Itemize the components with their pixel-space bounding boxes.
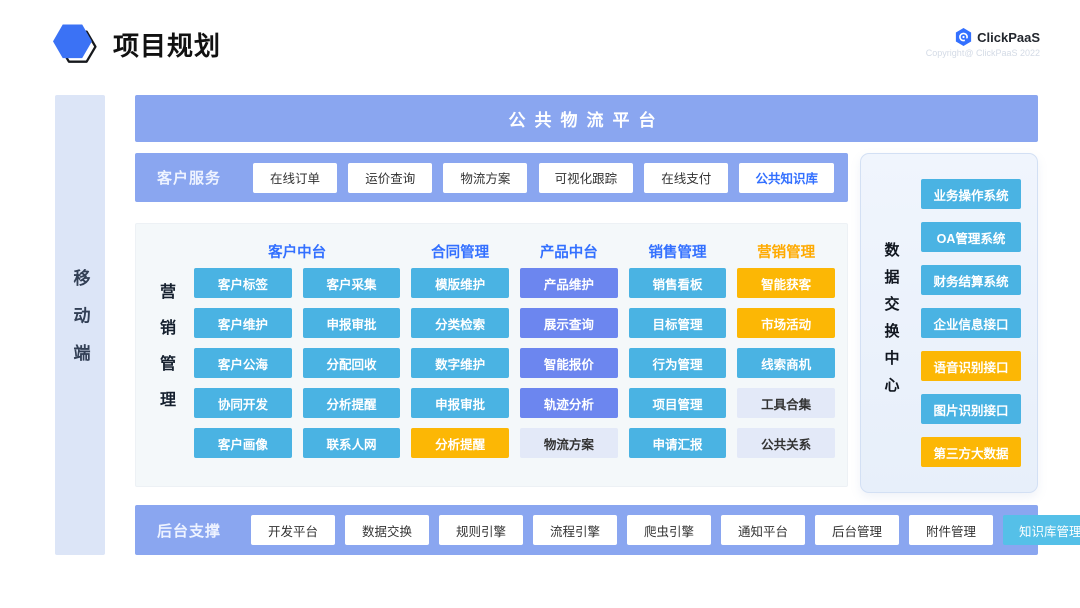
matrix-cell-button[interactable]: 分析提醒 <box>411 428 509 458</box>
matrix-cell-button[interactable]: 模版维护 <box>411 268 509 298</box>
matrix-cell-button[interactable]: 展示查询 <box>520 308 618 338</box>
matrix-column-header: 销售管理 <box>629 241 727 262</box>
data-exchange-label-wrap: 数据交换中心 <box>861 154 921 492</box>
backend-support-label: 后台支撑 <box>157 520 221 541</box>
page-title: 项目规划 <box>113 26 221 63</box>
matrix-column-header: 营销管理 <box>737 241 835 262</box>
data-exchange-button[interactable]: 业务操作系统 <box>921 179 1021 209</box>
support-button[interactable]: 后台管理 <box>815 515 899 545</box>
matrix-cell-button[interactable]: 产品维护 <box>520 268 618 298</box>
matrix-cell-button[interactable]: 智能报价 <box>520 348 618 378</box>
matrix-cell-button[interactable]: 客户画像 <box>194 428 292 458</box>
matrix-cell-button[interactable]: 客户维护 <box>194 308 292 338</box>
data-exchange-items: 业务操作系统 OA管理系统财务结算系统企业信息接口语音识别接口图片识别接口第三方大… <box>921 154 1037 492</box>
matrix-cell-button[interactable]: 物流方案 <box>520 428 618 458</box>
backend-support-buttons: 开发平台数据交换规则引擎流程引擎爬虫引擎通知平台后台管理附件管理知识库管理 <box>251 515 1080 545</box>
matrix-cell-button[interactable]: 项目管理 <box>629 388 727 418</box>
support-button[interactable]: 通知平台 <box>721 515 805 545</box>
support-button[interactable]: 爬虫引擎 <box>627 515 711 545</box>
customer-service-button[interactable]: 运价查询 <box>348 163 432 193</box>
support-button[interactable]: 附件管理 <box>909 515 993 545</box>
customer-service-button[interactable]: 物流方案 <box>443 163 527 193</box>
support-button[interactable]: 开发平台 <box>251 515 335 545</box>
data-exchange-panel: 数据交换中心 业务操作系统 OA管理系统财务结算系统企业信息接口语音识别接口图片识… <box>860 153 1038 493</box>
matrix-cell-grid: 客户标签客户采集模版维护产品维护销售看板智能获客客户维护申报审批分类检索展示查询… <box>194 268 835 458</box>
data-exchange-button[interactable]: 语音识别接口 <box>921 351 1021 381</box>
matrix-cell-button[interactable]: 工具合集 <box>737 388 835 418</box>
customer-service-button[interactable]: 在线支付 <box>644 163 728 193</box>
matrix-cell-button[interactable]: 客户采集 <box>303 268 401 298</box>
support-button[interactable]: 流程引擎 <box>533 515 617 545</box>
matrix-cell-button[interactable]: 轨迹分析 <box>520 388 618 418</box>
mobile-sidebar: 移动端 <box>55 95 105 555</box>
matrix-column-header: 客户中台 <box>194 241 400 262</box>
matrix: 客户中台合同管理产品中台销售管理营销管理 客户标签客户采集模版维护产品维护销售看… <box>194 224 847 486</box>
data-exchange-button[interactable]: 财务结算系统 <box>921 265 1021 295</box>
matrix-cell-button[interactable]: 协同开发 <box>194 388 292 418</box>
brand-name: ClickPaaS <box>977 30 1040 45</box>
matrix-cell-button[interactable]: 申报审批 <box>303 308 401 338</box>
data-exchange-button[interactable]: OA管理系统 <box>921 222 1021 252</box>
matrix-cell-button[interactable]: 申请汇报 <box>629 428 727 458</box>
matrix-cell-button[interactable]: 客户标签 <box>194 268 292 298</box>
matrix-cell-button[interactable]: 销售看板 <box>629 268 727 298</box>
brand: ClickPaaS Copyright@ ClickPaaS 2022 <box>926 28 1040 58</box>
matrix-header-row: 客户中台合同管理产品中台销售管理营销管理 <box>194 234 835 268</box>
customer-service-label: 客户服务 <box>157 167 221 188</box>
customer-service-buttons: 在线订单运价查询物流方案可视化跟踪在线支付公共知识库 <box>253 163 834 193</box>
matrix-cell-button[interactable]: 数字维护 <box>411 348 509 378</box>
platform-banner-label: 公共物流平台 <box>509 106 665 131</box>
matrix-cell-button[interactable]: 客户公海 <box>194 348 292 378</box>
matrix-cell-button[interactable]: 公共关系 <box>737 428 835 458</box>
customer-service-button[interactable]: 在线订单 <box>253 163 337 193</box>
customer-service-button[interactable]: 可视化跟踪 <box>539 163 634 193</box>
matrix-cell-button[interactable]: 分析提醒 <box>303 388 401 418</box>
customer-service-button[interactable]: 公共知识库 <box>739 163 834 193</box>
matrix-cell-button[interactable]: 线索商机 <box>737 348 835 378</box>
support-button[interactable]: 规则引擎 <box>439 515 523 545</box>
copyright-text: Copyright@ ClickPaaS 2022 <box>926 48 1040 58</box>
matrix-cell-button[interactable]: 分配回收 <box>303 348 401 378</box>
support-button[interactable]: 数据交换 <box>345 515 429 545</box>
matrix-cell-button[interactable]: 目标管理 <box>629 308 727 338</box>
matrix-side-label: 营销管理 <box>157 283 173 427</box>
backend-support-bar: 后台支撑 开发平台数据交换规则引擎流程引擎爬虫引擎通知平台后台管理附件管理知识库… <box>135 505 1038 555</box>
title-group: 项目规划 <box>53 22 221 66</box>
mobile-sidebar-label: 移动端 <box>72 269 89 381</box>
page-header: 项目规划 ClickPaaS Copyright@ ClickPaaS 2022 <box>0 0 1080 90</box>
matrix-cell-button[interactable]: 市场活动 <box>737 308 835 338</box>
hexagon-icon <box>53 22 99 66</box>
matrix-cell-button[interactable]: 智能获客 <box>737 268 835 298</box>
data-exchange-button[interactable]: 企业信息接口 <box>921 308 1021 338</box>
matrix-column-header: 合同管理 <box>411 241 509 262</box>
matrix-column-header: 产品中台 <box>520 241 618 262</box>
matrix-cell-button[interactable]: 行为管理 <box>629 348 727 378</box>
data-exchange-label: 数据交换中心 <box>884 242 899 404</box>
support-button[interactable]: 知识库管理 <box>1003 515 1080 545</box>
marketing-matrix-panel: 营销管理 客户中台合同管理产品中台销售管理营销管理 客户标签客户采集模版维护产品… <box>135 223 848 487</box>
customer-service-bar: 客户服务 在线订单运价查询物流方案可视化跟踪在线支付公共知识库 <box>135 153 848 202</box>
matrix-cell-button[interactable]: 联系人网 <box>303 428 401 458</box>
matrix-side-label-wrap: 营销管理 <box>136 224 194 486</box>
matrix-cell-button[interactable]: 分类检索 <box>411 308 509 338</box>
platform-banner: 公共物流平台 <box>135 95 1038 142</box>
data-exchange-button[interactable]: 第三方大数据 <box>921 437 1021 467</box>
data-exchange-button[interactable]: 图片识别接口 <box>921 394 1021 424</box>
clickpaas-logo-icon <box>955 28 972 46</box>
matrix-cell-button[interactable]: 申报审批 <box>411 388 509 418</box>
page: 项目规划 ClickPaaS Copyright@ ClickPaaS 2022… <box>0 0 1080 608</box>
